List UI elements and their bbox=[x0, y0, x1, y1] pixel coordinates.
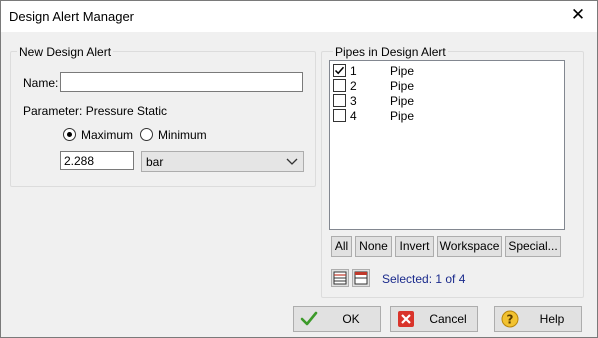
none-button[interactable]: None bbox=[355, 236, 392, 257]
checkbox[interactable] bbox=[333, 64, 346, 77]
checkbox[interactable] bbox=[333, 94, 346, 107]
cancel-icon bbox=[398, 311, 414, 327]
pipe-type: Pipe bbox=[390, 64, 415, 78]
value-input[interactable] bbox=[60, 151, 134, 170]
ok-button[interactable]: OK bbox=[293, 306, 381, 332]
rows-icon bbox=[333, 271, 347, 285]
all-button[interactable]: All bbox=[331, 236, 352, 257]
selected-count: Selected: 1 of 4 bbox=[382, 272, 466, 286]
list-item[interactable]: 4 Pipe bbox=[333, 108, 553, 123]
help-label: Help bbox=[539, 312, 565, 326]
close-icon[interactable]: ✕ bbox=[568, 5, 588, 25]
help-icon: ? bbox=[501, 310, 519, 328]
title-bar: Design Alert Manager ✕ bbox=[1, 1, 597, 32]
cancel-label: Cancel bbox=[429, 312, 467, 326]
invert-button[interactable]: Invert bbox=[395, 236, 434, 257]
name-input[interactable] bbox=[60, 72, 303, 92]
checkmark-icon bbox=[300, 311, 318, 326]
pipe-number: 3 bbox=[350, 94, 357, 108]
checkbox[interactable] bbox=[333, 109, 346, 122]
unit-select-value: bar bbox=[146, 155, 164, 169]
dialog-window: Design Alert Manager ✕ New Design Alert … bbox=[0, 0, 598, 338]
ok-label: OK bbox=[342, 312, 360, 326]
list-item[interactable]: 1 Pipe bbox=[333, 63, 553, 78]
name-label: Name: bbox=[23, 76, 59, 90]
workspace-button[interactable]: Workspace bbox=[437, 236, 502, 257]
unit-select[interactable]: bar bbox=[141, 151, 304, 172]
checkmark-icon bbox=[334, 66, 345, 75]
new-design-alert-group-label: New Design Alert bbox=[17, 45, 114, 59]
maximum-radio[interactable] bbox=[63, 128, 76, 141]
maximum-label[interactable]: Maximum bbox=[81, 128, 133, 142]
list-item[interactable]: 2 Pipe bbox=[333, 78, 553, 93]
window-title: Design Alert Manager bbox=[9, 9, 135, 24]
show-all-rows-button[interactable] bbox=[331, 269, 349, 287]
pipes-group-label: Pipes in Design Alert bbox=[333, 45, 448, 59]
selected-rows-icon bbox=[354, 271, 368, 285]
radio-selected-dot bbox=[67, 132, 72, 137]
parameter-label: Parameter: Pressure Static bbox=[23, 104, 168, 118]
minimum-radio[interactable] bbox=[140, 128, 153, 141]
cancel-button[interactable]: Cancel bbox=[390, 306, 478, 332]
help-button[interactable]: ? Help bbox=[494, 306, 582, 332]
pipe-type: Pipe bbox=[390, 94, 415, 108]
minimum-label[interactable]: Minimum bbox=[158, 128, 207, 142]
pipe-number: 4 bbox=[350, 109, 357, 123]
pipe-type: Pipe bbox=[390, 79, 415, 93]
show-selected-rows-button[interactable] bbox=[352, 269, 370, 287]
checkbox[interactable] bbox=[333, 79, 346, 92]
list-item[interactable]: 3 Pipe bbox=[333, 93, 553, 108]
chevron-down-icon bbox=[286, 158, 298, 165]
pipes-listbox[interactable]: 1 Pipe 2 Pipe 3 Pipe 4 Pipe bbox=[329, 60, 565, 230]
special-button[interactable]: Special... bbox=[505, 236, 561, 257]
svg-text:?: ? bbox=[507, 313, 514, 327]
pipe-type: Pipe bbox=[390, 109, 415, 123]
pipe-number: 1 bbox=[350, 64, 357, 78]
pipe-number: 2 bbox=[350, 79, 357, 93]
